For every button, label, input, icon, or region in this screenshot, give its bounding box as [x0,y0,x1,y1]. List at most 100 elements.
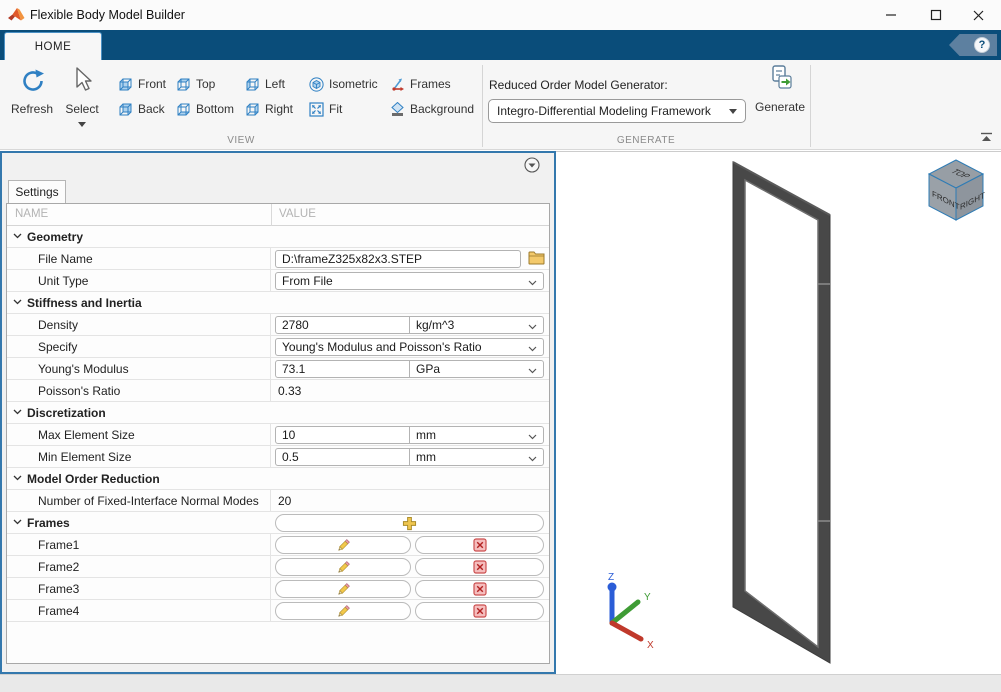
section-collapse-icon[interactable] [13,519,22,525]
svg-text:Y: Y [644,592,651,603]
chevron-down-icon [528,456,537,462]
delete-frame-button[interactable] [415,536,544,554]
edit-frame-button[interactable] [275,602,411,620]
delete-frame-button[interactable] [415,580,544,598]
unit-dropdown[interactable]: mm [410,448,544,466]
view-button-label: Background [410,102,474,116]
panel-collapse-icon[interactable] [524,157,540,173]
view-button-label: Top [196,77,215,91]
status-bar [0,674,1001,692]
view-background-button[interactable]: Background [390,99,474,119]
view-cube[interactable]: TOP FRONT RIGHT [924,158,988,224]
help-icon: ? [974,37,990,53]
background-icon [390,102,405,117]
unit-dropdown[interactable]: kg/m^3 [410,316,544,334]
view-left-button[interactable]: Left [245,74,285,94]
view-top-button[interactable]: Top [176,74,215,94]
value-input[interactable]: 10 [275,426,410,444]
property-label: Unit Type [7,270,271,292]
value-input[interactable]: 2780 [275,316,410,334]
value-cell [271,600,549,622]
view-frames-button[interactable]: Frames [390,74,451,94]
section-collapse-icon[interactable] [13,233,22,239]
view-right-button[interactable]: Right [245,99,293,119]
view-isometric-button[interactable]: Isometric [309,74,378,94]
delete-frame-button[interactable] [415,558,544,576]
value-cell: 10mm [271,424,549,446]
section-separator [810,65,811,147]
delete-frame-button[interactable] [415,602,544,620]
select-caret-icon [78,122,86,127]
unit-dropdown[interactable]: mm [410,426,544,444]
view-button-label: Frames [410,77,451,91]
property-label: Frame2 [7,556,271,578]
column-header-value: VALUE [279,208,316,220]
property-row-specify: SpecifyYoung's Modulus and Poisson's Rat… [7,336,549,358]
cursor-icon [71,67,95,93]
generate-icon [767,64,795,92]
edit-frame-button[interactable] [275,558,411,576]
unit-dropdown[interactable]: GPa [410,360,544,378]
property-row-frame2: Frame2 [7,556,549,578]
section-label: Model Order Reduction [27,468,160,490]
axes-triad: Z Y X [586,572,666,652]
view-fit-button[interactable]: Fit [309,99,342,119]
section-collapse-icon[interactable] [13,475,22,481]
viewport-3d[interactable]: TOP FRONT RIGHT Z Y X [556,151,1001,674]
maximize-button[interactable] [921,4,951,26]
property-row-frame3: Frame3 [7,578,549,600]
view-button-label: Fit [329,102,342,116]
rom-generator-label: Reduced Order Model Generator: [489,78,668,92]
section-row-discretization: Discretization [7,402,549,424]
title-bar: Flexible Body Model Builder [0,0,1001,30]
ribbon-tab-bar: HOME ? [0,30,1001,60]
dropdown-field[interactable]: Young's Modulus and Poisson's Ratio [275,338,544,356]
property-label: Max Element Size [7,424,271,446]
section-collapse-icon[interactable] [13,299,22,305]
section-row-stiffness-and-inertia: Stiffness and Inertia [7,292,549,314]
property-row-frame4: Frame4 [7,600,549,622]
property-row-young-s-modulus: Young's Modulus73.1GPa [7,358,549,380]
folder-icon[interactable] [528,251,545,265]
cube-bottom-icon [176,102,191,117]
cube-right-icon [245,102,260,117]
minimize-button[interactable] [876,4,906,26]
view-front-button[interactable]: Front [118,74,166,94]
value-cell [271,578,549,600]
edit-frame-button[interactable] [275,536,411,554]
property-row-unit-type: Unit TypeFrom File [7,270,549,292]
refresh-icon [20,68,46,94]
value-cell [271,402,549,424]
chevron-down-icon [528,434,537,440]
tab-settings[interactable]: Settings [8,180,66,203]
view-bottom-button[interactable]: Bottom [176,99,234,119]
cube-back-icon [118,102,133,117]
view-button-label: Front [138,77,166,91]
close-button[interactable] [963,4,993,26]
help-button[interactable]: ? [949,34,997,56]
value-input[interactable]: 73.1 [275,360,410,378]
tab-home[interactable]: HOME [4,32,102,60]
section-row-model-order-reduction: Model Order Reduction [7,468,549,490]
value-text: 20 [278,494,291,508]
add-frame-button[interactable] [275,514,544,532]
dropdown-field[interactable]: From File [275,272,544,290]
property-row-min-element-size: Min Element Size0.5mm [7,446,549,468]
value-input[interactable]: 0.5 [275,448,410,466]
edit-frame-button[interactable] [275,580,411,598]
rom-generator-dropdown[interactable]: Integro-Differential Modeling Framework [488,99,746,123]
view-button-label: Bottom [196,102,234,116]
property-label: Young's Modulus [7,358,271,380]
toolstrip: Refresh Select FrontBackTopBottomLeftRig… [0,60,1001,150]
view-button-label: Right [265,102,293,116]
value-cell [271,512,549,534]
file-name-input[interactable]: D:\frameZ325x82x3.STEP [275,250,521,268]
property-label: Frame3 [7,578,271,600]
section-collapse-icon[interactable] [13,409,22,415]
chevron-down-icon [528,368,537,374]
collapse-toolstrip-icon[interactable] [980,132,993,142]
view-back-button[interactable]: Back [118,99,165,119]
property-label: Frame1 [7,534,271,556]
property-row-file-name: File NameD:\frameZ325x82x3.STEP [7,248,549,270]
value-cell [271,292,549,314]
